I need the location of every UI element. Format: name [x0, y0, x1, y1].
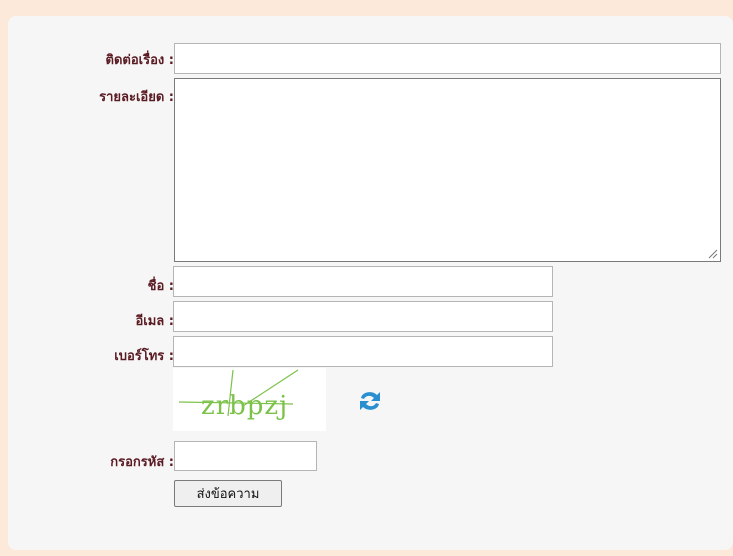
- detail-label: รายละเอียด :: [99, 90, 174, 105]
- submit-button[interactable]: ส่งข้อความ: [174, 480, 282, 507]
- subject-label: ติดต่อเรื่อง :: [105, 53, 174, 68]
- captcha-graphic: zrbpzj: [178, 369, 299, 421]
- subject-input[interactable]: [174, 43, 721, 74]
- email-input[interactable]: [173, 301, 553, 332]
- detail-textarea[interactable]: [174, 78, 721, 262]
- resize-grip-icon[interactable]: [708, 249, 718, 259]
- phone-input[interactable]: [173, 336, 553, 367]
- refresh-icon[interactable]: [356, 388, 384, 414]
- code-input[interactable]: [174, 441, 317, 471]
- name-input[interactable]: [173, 266, 553, 297]
- name-label: ชื่อ :: [147, 279, 174, 294]
- captcha-text: zrbpzj: [201, 391, 288, 421]
- captcha-image: zrbpzj: [173, 368, 326, 431]
- phone-label: เบอร์โทร :: [114, 349, 174, 364]
- code-label: กรอกรหัส :: [110, 455, 174, 470]
- contact-form-panel: ติดต่อเรื่อง : รายละเอียด : ชื่อ : อีเมล…: [8, 16, 733, 550]
- email-label: อีเมล :: [135, 314, 174, 329]
